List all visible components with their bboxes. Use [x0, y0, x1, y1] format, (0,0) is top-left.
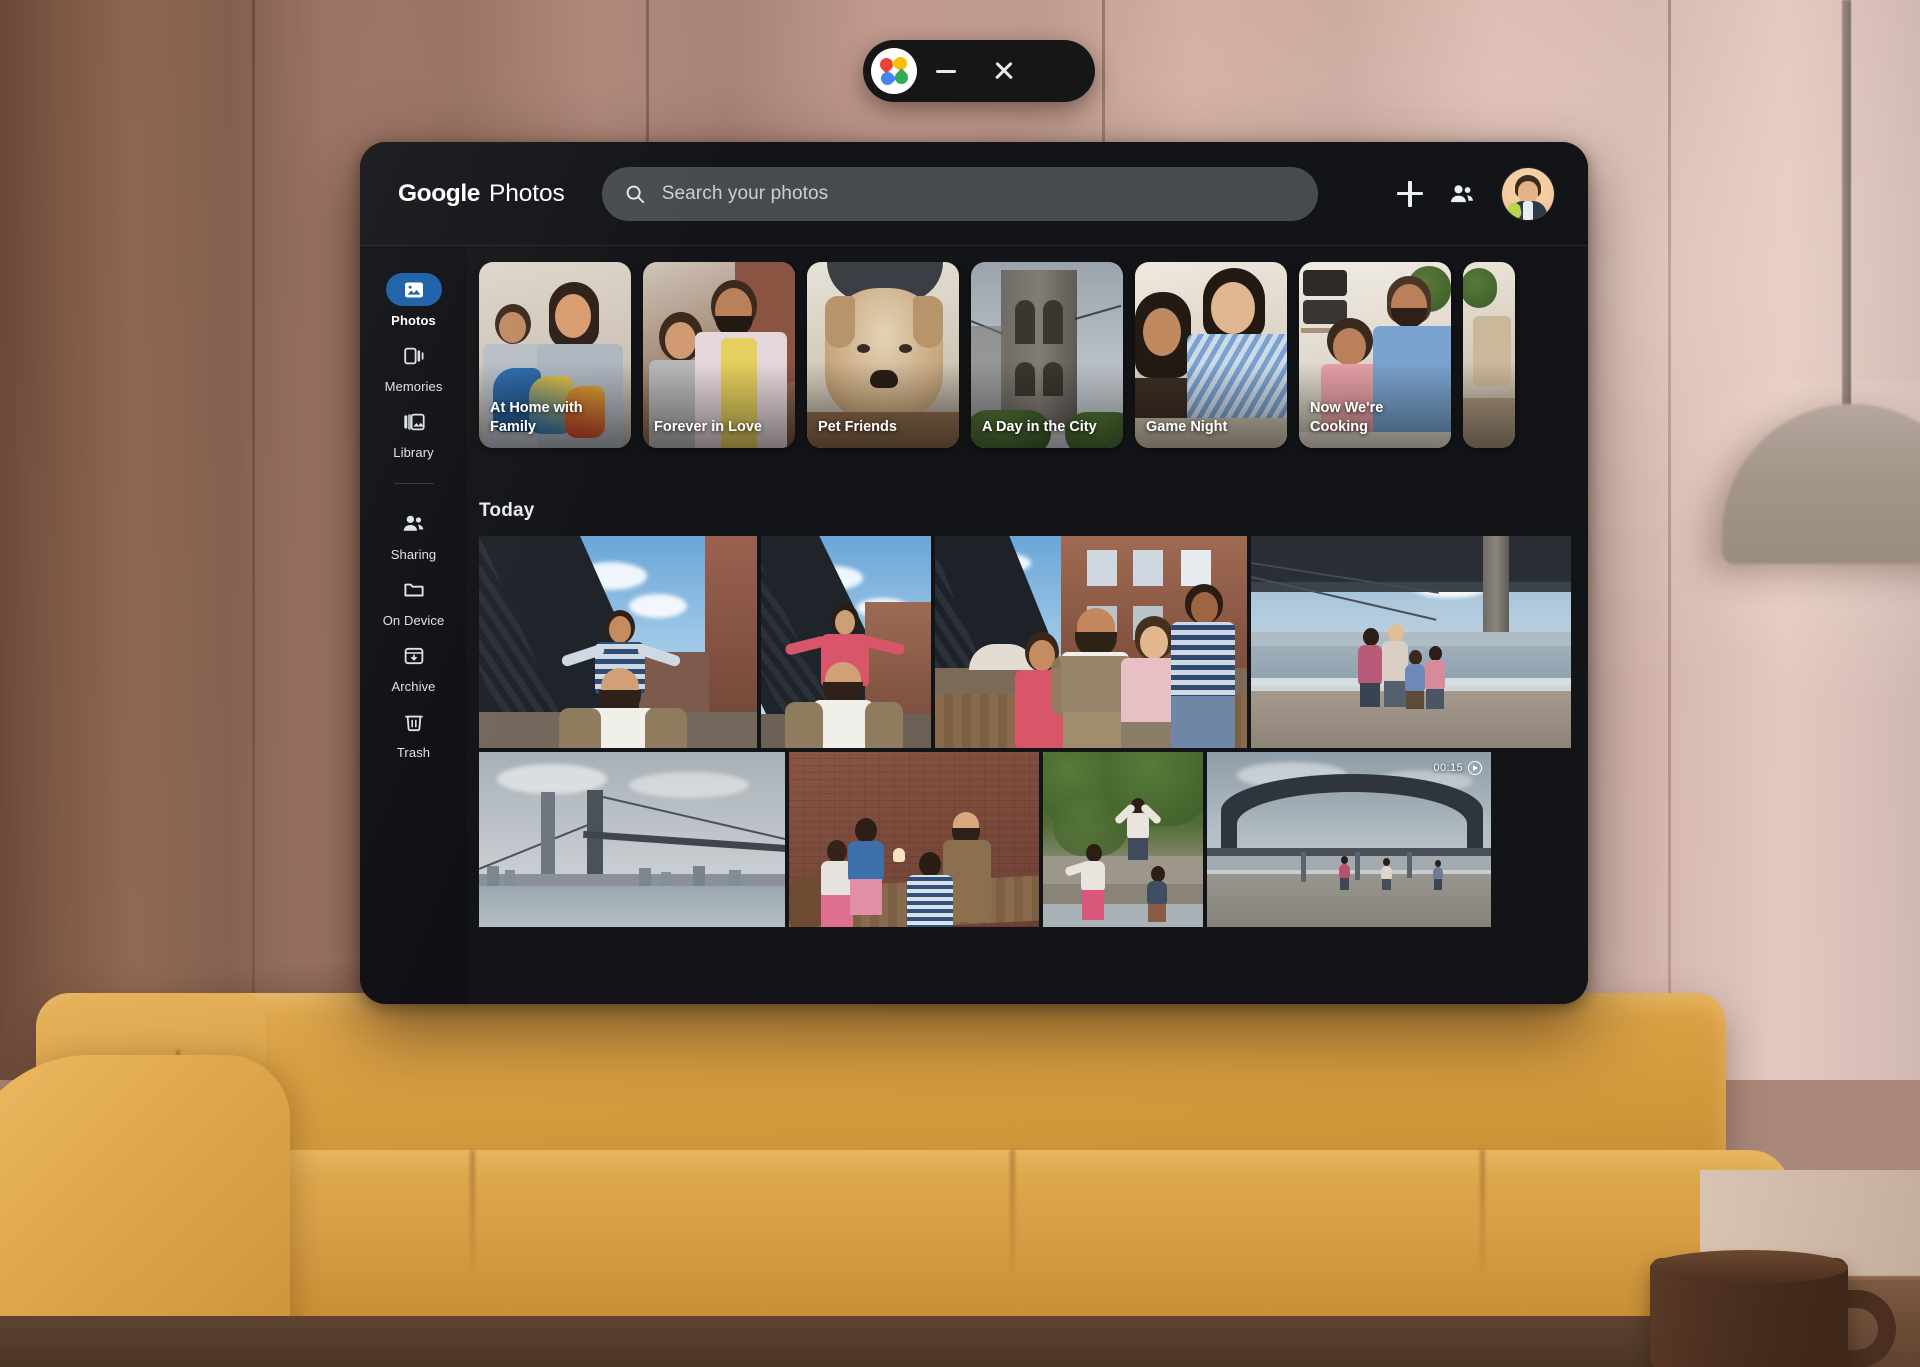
memory-card[interactable]: A Day in the City: [971, 262, 1123, 448]
photo-thumbnail: [1207, 752, 1491, 927]
couch-cushion-seam: [470, 1150, 475, 1270]
nav-icon-wrap: [386, 339, 442, 372]
sidebar-item-trash[interactable]: Trash: [360, 698, 467, 764]
photo-thumbnail: [935, 536, 1247, 748]
memory-title: Pet Friends: [818, 419, 897, 435]
photo-tile[interactable]: [479, 752, 785, 927]
close-icon: [993, 60, 1015, 82]
search-placeholder: Search your photos: [661, 182, 829, 204]
sidebar-item-on-device[interactable]: On Device: [360, 566, 467, 632]
photo-icon: [404, 282, 423, 297]
create-button[interactable]: [1384, 168, 1436, 220]
sidebar-item-label: Memories: [384, 379, 443, 394]
window-control-bar: [863, 40, 1095, 102]
minimize-button[interactable]: [917, 40, 975, 102]
photo-tile[interactable]: 00:15: [1207, 752, 1491, 927]
photo-tile[interactable]: [1251, 536, 1571, 748]
photo-grid-row: [467, 536, 1588, 748]
people-icon: [1451, 184, 1473, 202]
trash-icon: [404, 715, 423, 731]
couch-cushion-seam: [1480, 1150, 1485, 1270]
photo-tile[interactable]: [1043, 752, 1203, 927]
nav-icon-wrap: [386, 507, 442, 540]
memory-title: Now We're Cooking: [1310, 400, 1384, 435]
sidebar-item-label: On Device: [382, 613, 445, 628]
sidebar-item-sharing[interactable]: Sharing: [360, 500, 467, 566]
memory-title: Game Night: [1146, 419, 1228, 435]
section-title-today: Today: [479, 500, 535, 521]
folder-icon: [403, 583, 424, 596]
photo-thumbnail: [1043, 752, 1203, 927]
brand-google: Google: [398, 179, 480, 207]
sidebar-item-label: Sharing: [390, 547, 437, 562]
sharing-button[interactable]: [1436, 168, 1488, 220]
close-button[interactable]: [975, 40, 1033, 102]
nav-icon-wrap: [386, 573, 442, 606]
memories-icon: [403, 347, 423, 364]
play-icon: [1468, 761, 1482, 775]
sidebar-item-label: Photos: [391, 313, 436, 328]
sidebar-item-label: Trash: [396, 745, 431, 760]
photo-grid-row: 00:15: [467, 752, 1588, 927]
floor: [0, 1316, 1920, 1367]
memory-card[interactable]: [1463, 262, 1515, 448]
video-duration-text: 00:15: [1433, 762, 1463, 774]
memories-carousel[interactable]: At Home with Family Forever in Love Pet …: [467, 262, 1588, 460]
library-icon: [403, 413, 425, 430]
people-icon: [403, 515, 424, 531]
photo-tile[interactable]: [479, 536, 757, 748]
google-photos-pinwheel-icon: [871, 48, 917, 94]
sidebar-item-label: Archive: [391, 679, 436, 694]
memory-title: At Home with Family: [490, 400, 583, 435]
video-duration-badge: 00:15: [1433, 761, 1482, 775]
app-logo: Google Photos: [398, 180, 565, 208]
mug-rim: [1650, 1250, 1848, 1284]
memory-card[interactable]: Game Night: [1135, 262, 1287, 448]
avatar[interactable]: [1502, 167, 1554, 220]
photo-thumbnail: [479, 752, 785, 927]
couch-cushion-seam: [1010, 1150, 1015, 1270]
main-content: At Home with Family Forever in Love Pet …: [467, 246, 1588, 1004]
photo-thumbnail: [789, 752, 1039, 927]
search-input[interactable]: Search your photos: [601, 166, 1318, 221]
photo-tile[interactable]: [935, 536, 1247, 748]
photo-thumbnail: [761, 536, 931, 748]
search-icon: [626, 185, 644, 203]
sidebar-item-library[interactable]: Library: [360, 398, 467, 464]
app-body: Photos Memories Library Sharing On Devic…: [360, 246, 1588, 1004]
sidebar-divider: [393, 483, 434, 484]
sidebar-item-label: Library: [393, 445, 434, 460]
minimize-icon: [936, 69, 956, 73]
sidebar-item-memories[interactable]: Memories: [360, 332, 467, 398]
app-header: Google Photos Search your photos: [360, 142, 1588, 246]
google-photos-window: Google Photos Search your photos Photos …: [360, 142, 1588, 1004]
sidebar: Photos Memories Library Sharing On Devic…: [360, 246, 467, 1004]
photo-thumbnail: [1251, 536, 1571, 748]
nav-icon-wrap: [386, 405, 442, 438]
brand-photos: Photos: [489, 179, 565, 207]
memory-card[interactable]: At Home with Family: [479, 262, 631, 448]
active-pill: [385, 273, 442, 306]
sidebar-item-archive[interactable]: Archive: [360, 632, 467, 698]
nav-icon-wrap: [386, 639, 442, 672]
memory-title: A Day in the City: [982, 419, 1097, 435]
memory-card[interactable]: Forever in Love: [643, 262, 795, 448]
archive-icon: [404, 647, 423, 664]
photo-tile[interactable]: [761, 536, 931, 748]
photo-tile[interactable]: [789, 752, 1039, 927]
memory-card[interactable]: Pet Friends: [807, 262, 959, 448]
lamp-rod: [1842, 0, 1851, 410]
memory-title: Forever in Love: [654, 419, 762, 435]
memory-card[interactable]: Now We're Cooking: [1299, 262, 1451, 448]
sidebar-item-photos[interactable]: Photos: [360, 266, 467, 332]
plus-icon: [1397, 180, 1423, 207]
nav-icon-wrap: [386, 705, 442, 738]
photo-thumbnail: [479, 536, 757, 748]
